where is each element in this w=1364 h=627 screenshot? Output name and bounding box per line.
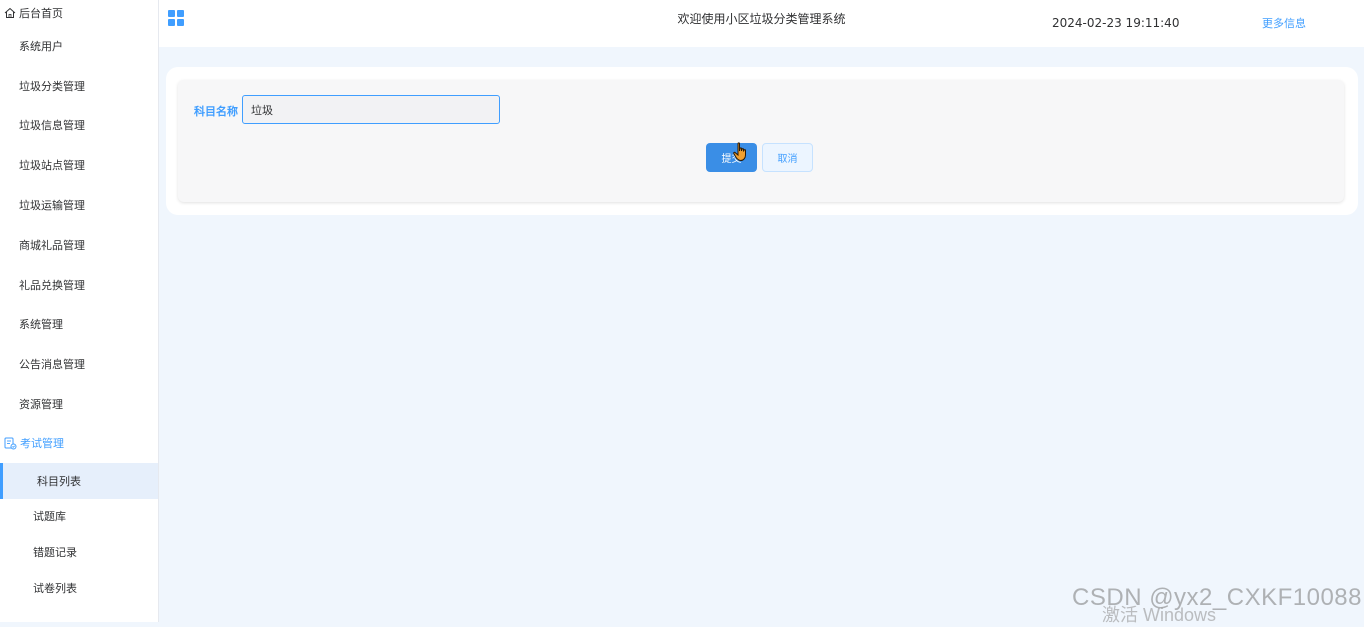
menu-item-garbage-info[interactable]: 垃圾信息管理 <box>0 106 158 146</box>
exam-icon <box>4 437 17 450</box>
menu-item-label: 公告消息管理 <box>19 358 85 372</box>
submenu-item-label: 试卷列表 <box>33 581 77 595</box>
cancel-button[interactable]: 取消 <box>762 143 813 172</box>
submenu-item-question-bank[interactable]: 试题库 <box>0 499 158 535</box>
header: 欢迎使用小区垃圾分类管理系统 2024-02-23 19:11:40 更多信息 <box>159 0 1364 47</box>
menu-item-garbage-transport[interactable]: 垃圾运输管理 <box>0 185 158 225</box>
menu-item-label: 系统用户 <box>19 39 63 53</box>
page-title: 欢迎使用小区垃圾分类管理系统 <box>677 12 846 26</box>
menu-item-gift-exchange[interactable]: 礼品兑换管理 <box>0 265 158 305</box>
menu-item-label: 商城礼品管理 <box>19 238 85 252</box>
menu-home-label: 后台首页 <box>19 7 63 20</box>
submenu-item-label: 试题库 <box>33 510 66 524</box>
submenu-item-paper-list[interactable]: 试卷列表 <box>0 570 158 606</box>
menu-item-mall-gifts[interactable]: 商城礼品管理 <box>0 225 158 265</box>
menu-item-label: 系统管理 <box>19 318 63 332</box>
subject-name-label: 科目名称 <box>194 105 238 118</box>
menu-item-announcements[interactable]: 公告消息管理 <box>0 344 158 384</box>
menu-item-label: 礼品兑换管理 <box>19 278 85 292</box>
submenu-item-label: 科目列表 <box>37 474 81 488</box>
menu-item-system-users[interactable]: 系统用户 <box>0 26 158 66</box>
submenu-item-label: 错题记录 <box>33 545 77 559</box>
menu-item-garbage-category[interactable]: 垃圾分类管理 <box>0 66 158 106</box>
menu-item-garbage-station[interactable]: 垃圾站点管理 <box>0 145 158 185</box>
menu-item-label: 垃圾站点管理 <box>19 159 85 173</box>
menu-exam-label: 考试管理 <box>20 437 64 451</box>
more-info-link[interactable]: 更多信息 <box>1262 15 1306 31</box>
form-card: 科目名称 提交 取消 <box>166 67 1358 215</box>
sidebar: 后台首页 系统用户 垃圾分类管理 垃圾信息管理 垃圾站点管理 垃圾运输管理 商城… <box>0 0 159 622</box>
menu-item-label: 垃圾运输管理 <box>19 199 85 213</box>
menu-exam[interactable]: 考试管理 <box>0 424 158 463</box>
menu-item-system-management[interactable]: 系统管理 <box>0 305 158 345</box>
hand-cursor-icon <box>733 142 746 162</box>
submenu-item-wrong-records[interactable]: 错题记录 <box>0 534 158 570</box>
form-panel: 科目名称 提交 取消 <box>178 80 1344 202</box>
header-datetime: 2024-02-23 19:11:40 <box>1052 16 1180 30</box>
submenu-item-subject-list[interactable]: 科目列表 <box>0 462 158 499</box>
menu-item-label: 垃圾分类管理 <box>19 79 85 93</box>
menu-item-label: 资源管理 <box>19 398 63 412</box>
menu-item-label: 垃圾信息管理 <box>19 119 85 133</box>
windows-activation-watermark: 激活 Windows <box>1102 605 1217 625</box>
menu-item-resources[interactable]: 资源管理 <box>0 384 158 424</box>
menu-home[interactable]: 后台首页 <box>0 0 158 26</box>
subject-name-input[interactable] <box>242 95 500 124</box>
home-icon <box>4 7 16 18</box>
